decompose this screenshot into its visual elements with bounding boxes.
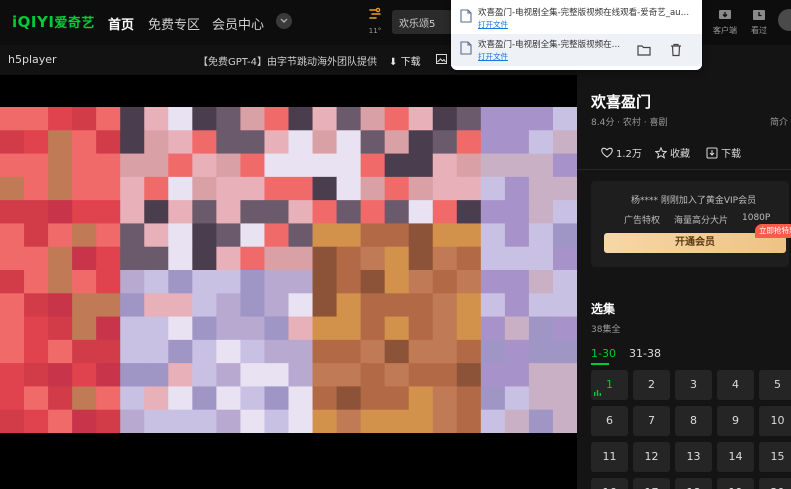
- episode-button[interactable]: 17: [633, 478, 670, 489]
- download-item[interactable]: 欢喜盈门-电视剧全集-完整版视频在线观看-爱奇艺_aud... 打开文件: [451, 2, 702, 34]
- episodes-heading: 选集: [591, 302, 616, 316]
- history-icon: [753, 10, 765, 20]
- now-playing-icon: [594, 390, 601, 396]
- active-range-indicator: [591, 363, 609, 365]
- download-item[interactable]: 欢喜盈门-电视剧全集-完整版视频在线观看 打开文件: [451, 34, 702, 66]
- episode-range-tab-1-30[interactable]: 1-30: [591, 347, 616, 360]
- favorite-button[interactable]: 收藏: [655, 145, 690, 160]
- episode-button[interactable]: 10: [759, 406, 791, 436]
- video-frame-mosaic: [0, 107, 577, 433]
- star-icon: [655, 146, 667, 159]
- vip-feature: 1080P: [742, 213, 771, 223]
- chevron-down-icon[interactable]: [276, 13, 292, 29]
- vip-promo-card: 杨**** 刚刚加入了黄金VIP会员 广告特权 海量高分大片 1080P 开通会…: [591, 181, 791, 267]
- image-icon[interactable]: [436, 54, 447, 64]
- episode-button[interactable]: 15: [759, 442, 791, 472]
- episode-button[interactable]: 18: [675, 478, 712, 489]
- show-meta: 8.4分 · 农村 · 喜剧: [591, 118, 668, 128]
- download-filename: 欢喜盈门-电视剧全集-完整版视频在线观看-爱奇艺_aud...: [478, 8, 690, 18]
- history-button[interactable]: 看过: [741, 9, 777, 36]
- episode-button[interactable]: 13: [675, 442, 712, 472]
- nav-item-vip-center[interactable]: 会员中心: [212, 14, 264, 33]
- heart-icon: [601, 147, 613, 158]
- folder-icon[interactable]: [635, 41, 653, 59]
- episode-button[interactable]: 20: [759, 478, 791, 489]
- video-player[interactable]: [0, 75, 577, 489]
- nav-item-home[interactable]: 首页: [108, 14, 134, 33]
- vip-feature: 海量高分大片: [674, 216, 729, 226]
- intro-link[interactable]: 简介: [770, 115, 788, 128]
- episode-button[interactable]: 19: [717, 478, 754, 489]
- client-download-button[interactable]: 客户端: [707, 9, 743, 36]
- gpt-notice-link[interactable]: 【免费GPT-4】由字节跳动海外团队提供: [198, 53, 377, 68]
- episode-button[interactable]: 12: [633, 442, 670, 472]
- open-file-link[interactable]: 打开文件: [478, 51, 508, 62]
- episode-button[interactable]: 5: [759, 370, 791, 400]
- vip-feature: 广告特权: [624, 216, 661, 226]
- file-icon: [460, 9, 472, 23]
- nav-item-free-zone[interactable]: 免费专区: [148, 14, 200, 33]
- logo-latin: iQIYI: [12, 13, 55, 31]
- download-icon: [706, 147, 718, 158]
- download-icon: ⬇: [389, 57, 398, 68]
- weather-icon[interactable]: [366, 6, 384, 27]
- player-download-button[interactable]: ⬇ 下载: [389, 53, 421, 68]
- vip-join-notice: 杨**** 刚刚加入了黄金VIP会员: [631, 196, 757, 206]
- episode-button[interactable]: 2: [633, 370, 670, 400]
- episode-button[interactable]: 9: [717, 406, 754, 436]
- episode-button[interactable]: 4: [717, 370, 754, 400]
- episode-button[interactable]: 14: [717, 442, 754, 472]
- client-download-label: 客户端: [713, 26, 737, 35]
- search-box[interactable]: [392, 10, 458, 34]
- episodes-count: 38集全: [591, 325, 621, 335]
- player-download-label: 下载: [400, 57, 421, 68]
- episode-range-tab-31-38[interactable]: 31-38: [629, 347, 661, 360]
- downloads-popup: 欢喜盈门-电视剧全集-完整版视频在线观看-爱奇艺_aud... 打开文件 欢喜盈…: [451, 0, 702, 70]
- divider: [577, 169, 791, 170]
- episode-button[interactable]: 3: [675, 370, 712, 400]
- file-icon: [460, 41, 472, 55]
- episode-button[interactable]: 1: [591, 370, 628, 400]
- discount-badge: 立即抢特惠: [755, 224, 791, 238]
- open-file-link[interactable]: 打开文件: [478, 19, 508, 30]
- show-title: 欢喜盈门: [591, 93, 652, 111]
- episode-button[interactable]: 11: [591, 442, 628, 472]
- player-name: h5player: [8, 53, 57, 66]
- iqiyi-logo[interactable]: iQIYI爱奇艺: [12, 12, 95, 31]
- show-info-panel: 欢喜盈门 8.4分 · 农村 · 喜剧 简介 1.2万 收藏 下载 杨**** …: [577, 45, 791, 489]
- download-label: 下载: [721, 149, 741, 160]
- client-download-icon: [719, 10, 731, 19]
- episode-button[interactable]: 16: [591, 478, 628, 489]
- like-count: 1.2万: [616, 149, 642, 160]
- avatar-icon[interactable]: [778, 9, 791, 31]
- download-filename: 欢喜盈门-电视剧全集-完整版视频在线观看: [478, 40, 626, 50]
- trash-icon[interactable]: [667, 41, 685, 59]
- like-button[interactable]: 1.2万: [601, 145, 642, 160]
- episode-button[interactable]: 7: [633, 406, 670, 436]
- download-episode-button[interactable]: 下载: [706, 145, 741, 160]
- favorite-label: 收藏: [670, 149, 690, 160]
- weather-temperature: 11°: [368, 27, 382, 35]
- episode-button[interactable]: 6: [591, 406, 628, 436]
- search-input[interactable]: [392, 10, 458, 34]
- logo-cn: 爱奇艺: [54, 16, 95, 31]
- pixelated-video-image: [0, 107, 577, 433]
- episode-button[interactable]: 8: [675, 406, 712, 436]
- history-label: 看过: [751, 26, 767, 35]
